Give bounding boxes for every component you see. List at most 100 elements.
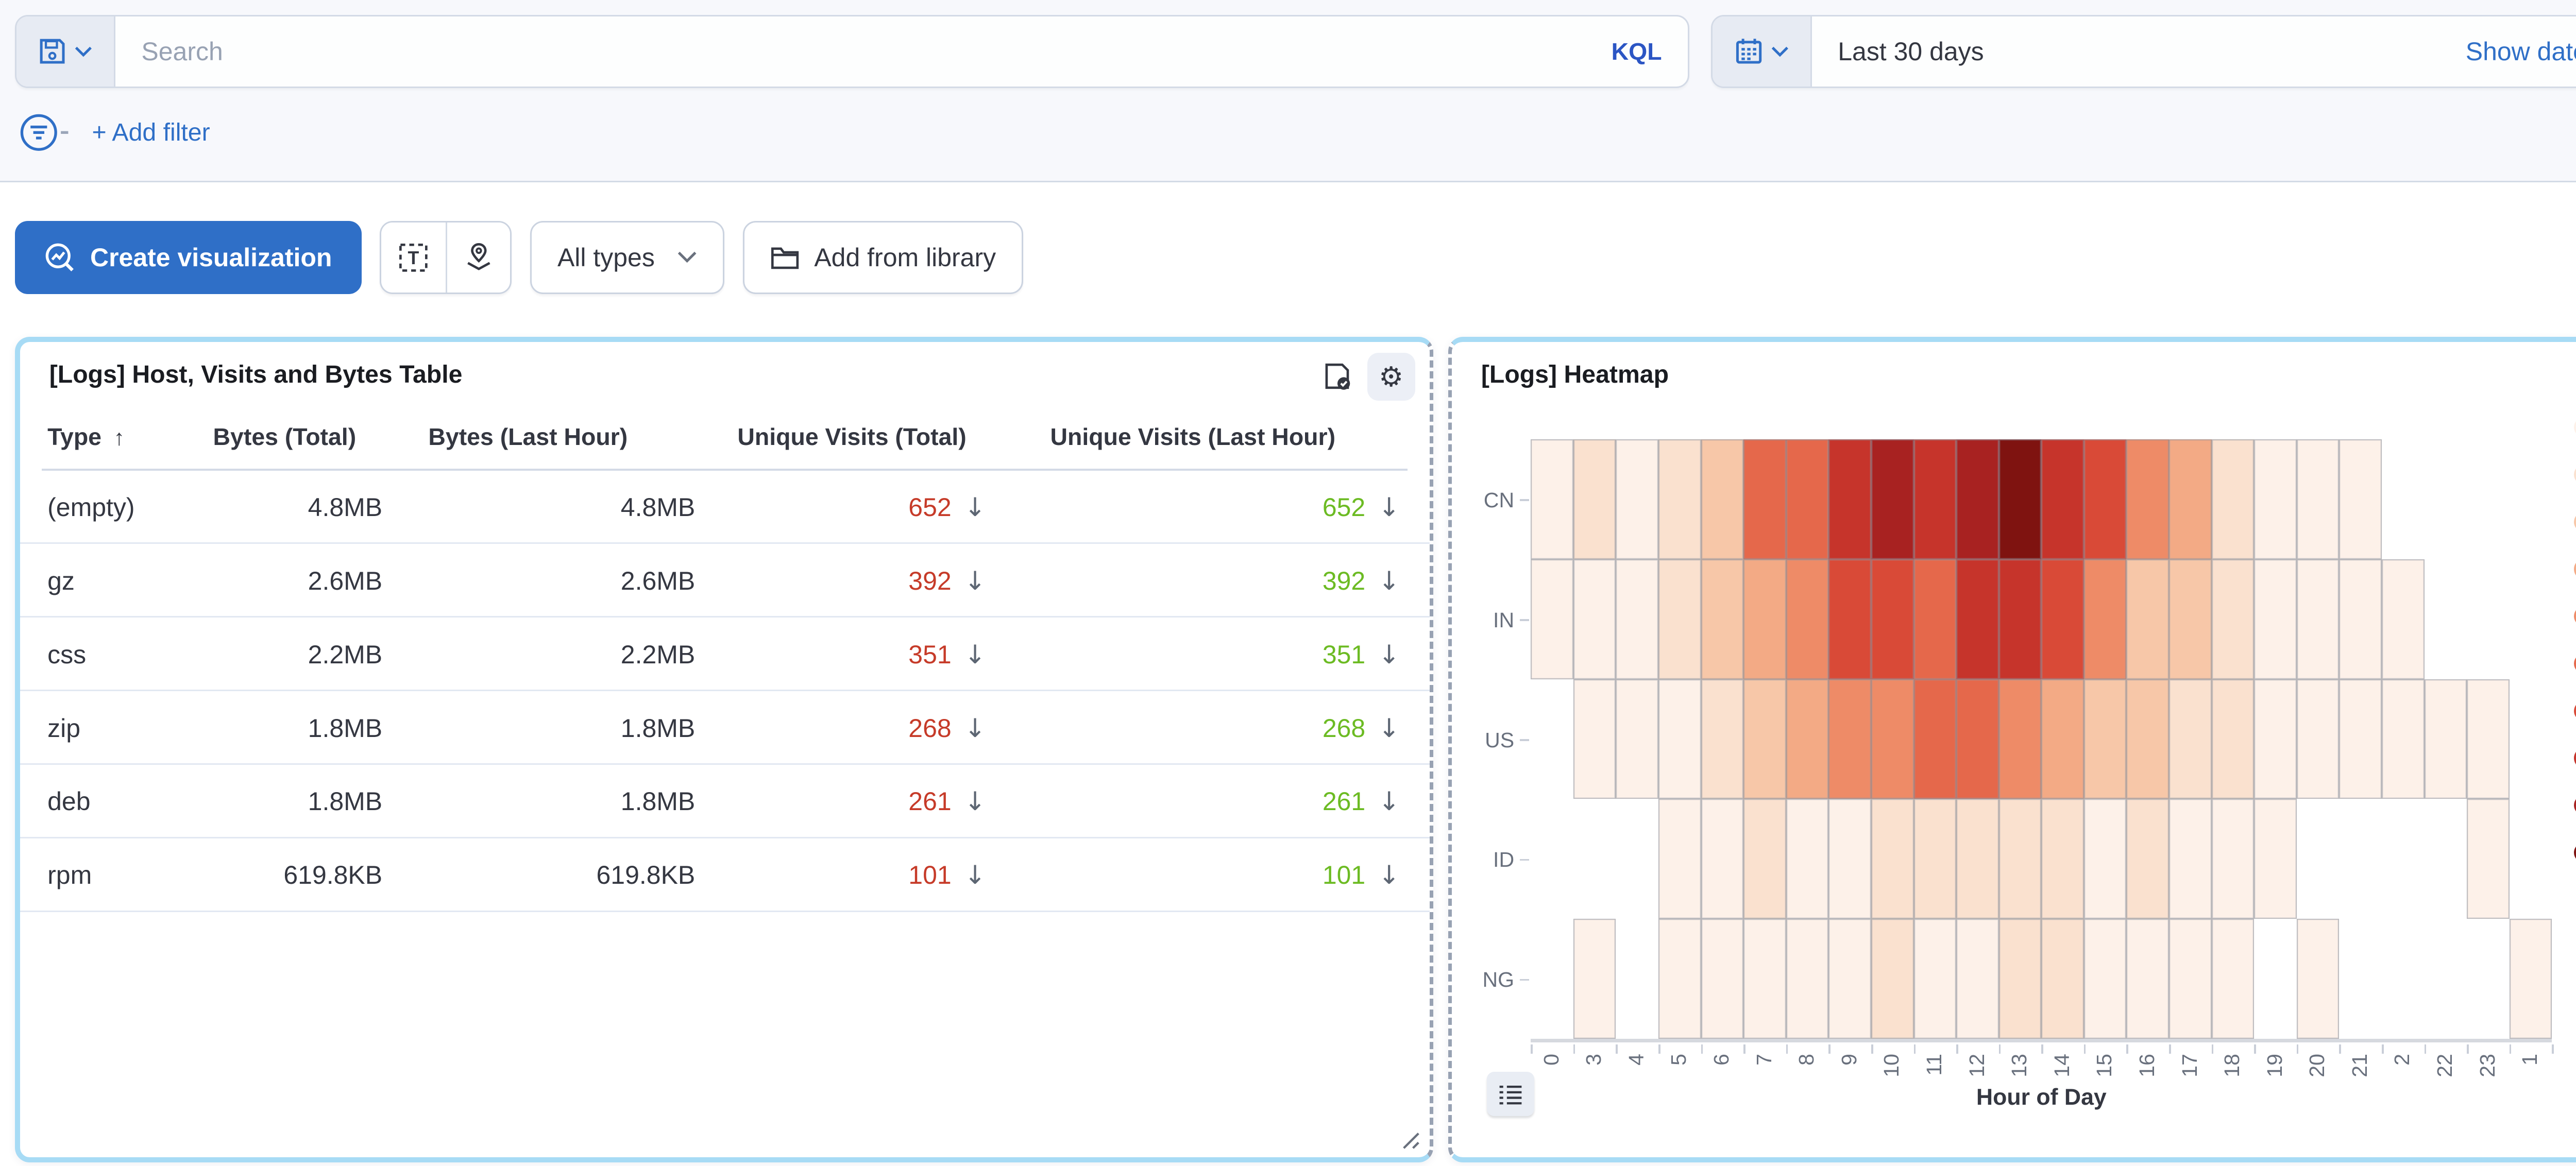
legend-item[interactable]: 48 - 54 bbox=[2574, 794, 2576, 817]
heatmap-cell[interactable] bbox=[1828, 919, 1871, 1039]
heatmap-cell[interactable] bbox=[1871, 799, 1914, 919]
legend-item[interactable]: 42 - 48 bbox=[2574, 746, 2576, 770]
heatmap-cell[interactable] bbox=[2041, 799, 2084, 919]
heatmap-cell[interactable] bbox=[2126, 679, 2169, 799]
legend-toggle-button[interactable] bbox=[1487, 1072, 1535, 1116]
heatmap-cell[interactable] bbox=[2297, 679, 2340, 799]
heatmap-cell[interactable] bbox=[1999, 559, 2042, 679]
heatmap-cell[interactable] bbox=[1701, 439, 1744, 559]
heatmap-cell[interactable] bbox=[1531, 439, 1573, 559]
heatmap-cell[interactable] bbox=[1956, 559, 1999, 679]
time-picker[interactable]: Last 30 days Show dates bbox=[1711, 15, 2576, 89]
heatmap-cell[interactable] bbox=[1914, 559, 1957, 679]
heatmap-cell[interactable] bbox=[2169, 919, 2212, 1039]
heatmap-cell[interactable] bbox=[2339, 439, 2382, 559]
legend-item[interactable]: 54 - 60 bbox=[2574, 841, 2576, 864]
heatmap-cell[interactable] bbox=[2212, 919, 2255, 1039]
heatmap-cell[interactable] bbox=[2126, 799, 2169, 919]
heatmap-cell[interactable] bbox=[2169, 799, 2212, 919]
column-header-bytes-last-hour[interactable]: Bytes (Last Hour) bbox=[428, 423, 628, 451]
heatmap-cell[interactable] bbox=[1743, 679, 1786, 799]
heatmap-cell[interactable] bbox=[2339, 679, 2382, 799]
heatmap-cell[interactable] bbox=[1999, 679, 2042, 799]
cell-unique-visits-last-hour[interactable]: 268↓ bbox=[1050, 691, 1411, 765]
heatmap-cell[interactable] bbox=[2425, 679, 2467, 799]
heatmap-cell[interactable] bbox=[1871, 919, 1914, 1039]
search-input[interactable]: Search bbox=[141, 37, 1611, 66]
heatmap-cell[interactable] bbox=[1531, 559, 1573, 679]
heatmap-cell[interactable] bbox=[1786, 559, 1829, 679]
heatmap-cell[interactable] bbox=[2126, 919, 2169, 1039]
heatmap-cell[interactable] bbox=[2212, 799, 2255, 919]
cell-unique-visits-last-hour[interactable]: 351↓ bbox=[1050, 618, 1411, 691]
create-visualization-button[interactable]: Create visualization bbox=[15, 221, 362, 295]
column-header-unique-visits-total[interactable]: Unique Visits (Total) bbox=[737, 423, 966, 451]
heatmap-cell[interactable] bbox=[1658, 559, 1701, 679]
heatmap-cell[interactable] bbox=[1743, 439, 1786, 559]
saved-query-menu-button[interactable] bbox=[16, 16, 116, 87]
heatmap-cell[interactable] bbox=[1828, 799, 1871, 919]
column-header-unique-visits-last-hour[interactable]: Unique Visits (Last Hour) bbox=[1050, 423, 1336, 451]
heatmap-cell[interactable] bbox=[2212, 679, 2255, 799]
heatmap-cell[interactable] bbox=[1743, 919, 1786, 1039]
heatmap-cell[interactable] bbox=[1999, 799, 2042, 919]
heatmap-cell[interactable] bbox=[2254, 799, 2297, 919]
heatmap-cell[interactable] bbox=[2212, 439, 2255, 559]
heatmap-cell[interactable] bbox=[1999, 919, 2042, 1039]
heatmap-cell[interactable] bbox=[2297, 919, 2340, 1039]
heatmap-cell[interactable] bbox=[2467, 799, 2510, 919]
heatmap-cell[interactable] bbox=[1743, 799, 1786, 919]
heatmap-cell[interactable] bbox=[2212, 559, 2255, 679]
cell-unique-visits-last-hour[interactable]: 392↓ bbox=[1050, 544, 1411, 618]
heatmap-cell[interactable] bbox=[1743, 559, 1786, 679]
date-quick-menu-button[interactable] bbox=[1713, 16, 1812, 87]
heatmap-cell[interactable] bbox=[2041, 919, 2084, 1039]
heatmap-cell[interactable] bbox=[1786, 799, 1829, 919]
column-header-bytes-total[interactable]: Bytes (Total) bbox=[213, 423, 357, 451]
heatmap-cell[interactable] bbox=[1573, 919, 1616, 1039]
heatmap-cell[interactable] bbox=[1956, 679, 1999, 799]
heatmap-cell[interactable] bbox=[1658, 919, 1701, 1039]
heatmap-cell[interactable] bbox=[1786, 439, 1829, 559]
heatmap-cell[interactable] bbox=[2297, 559, 2340, 679]
heatmap-cell[interactable] bbox=[2126, 559, 2169, 679]
heatmap-cell[interactable] bbox=[1701, 919, 1744, 1039]
heatmap-cell[interactable] bbox=[1871, 439, 1914, 559]
cell-unique-visits-last-hour[interactable]: 261↓ bbox=[1050, 765, 1411, 838]
add-filter-button[interactable]: + Add filter bbox=[92, 118, 210, 147]
heatmap-cell[interactable] bbox=[1956, 799, 1999, 919]
query-language-badge[interactable]: KQL bbox=[1612, 38, 1688, 65]
heatmap-cell[interactable] bbox=[1658, 799, 1701, 919]
heatmap-cell[interactable] bbox=[2169, 559, 2212, 679]
legend-item[interactable]: 18 - 24 bbox=[2574, 557, 2576, 581]
add-from-library-button[interactable]: Add from library bbox=[743, 221, 1023, 295]
column-header-type[interactable]: Type ↑ bbox=[47, 423, 125, 451]
cell-unique-visits-last-hour[interactable]: 652↓ bbox=[1050, 471, 1411, 544]
heatmap-cell[interactable] bbox=[1573, 679, 1616, 799]
heatmap-cell[interactable] bbox=[2084, 679, 2127, 799]
heatmap-cell[interactable] bbox=[1871, 679, 1914, 799]
legend-item[interactable]: 36 - 42 bbox=[2574, 699, 2576, 723]
heatmap-cell[interactable] bbox=[1616, 559, 1658, 679]
heatmap-cell[interactable] bbox=[1786, 919, 1829, 1039]
heatmap-cell[interactable] bbox=[1828, 439, 1871, 559]
cell-unique-visits-total[interactable]: 652↓ bbox=[737, 471, 1050, 544]
panel-type-filter-dropdown[interactable]: All types bbox=[530, 221, 724, 295]
heatmap-cell[interactable] bbox=[1914, 679, 1957, 799]
heatmap-cell[interactable] bbox=[2254, 679, 2297, 799]
heatmap-cell[interactable] bbox=[2084, 439, 2127, 559]
heatmap-cell[interactable] bbox=[1828, 559, 1871, 679]
search-bar[interactable]: Search KQL bbox=[15, 15, 1689, 89]
heatmap-cell[interactable] bbox=[2084, 559, 2127, 679]
heatmap-cell[interactable] bbox=[1999, 439, 2042, 559]
heatmap-cell[interactable] bbox=[2041, 559, 2084, 679]
heatmap-cell[interactable] bbox=[2339, 559, 2382, 679]
heatmap-cell[interactable] bbox=[1956, 919, 1999, 1039]
heatmap-cell[interactable] bbox=[2510, 919, 2552, 1039]
panel-resize-handle[interactable] bbox=[1398, 1128, 1420, 1150]
save-to-library-button[interactable] bbox=[1314, 353, 1362, 401]
heatmap-cell[interactable] bbox=[1658, 679, 1701, 799]
legend-item[interactable]: 6 - 12 bbox=[2574, 462, 2576, 486]
heatmap-cell[interactable] bbox=[1914, 439, 1957, 559]
time-range-value[interactable]: Last 30 days bbox=[1838, 37, 2466, 66]
